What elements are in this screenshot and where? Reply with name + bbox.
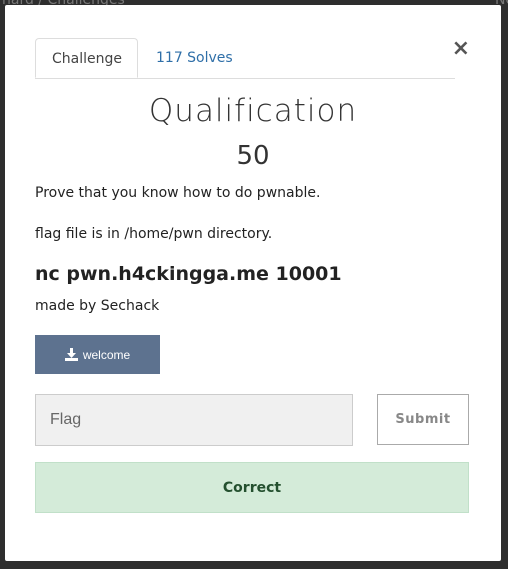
download-icon (64, 348, 78, 361)
challenge-points: 50 (236, 141, 270, 171)
tab-challenge[interactable]: Challenge (35, 38, 138, 78)
download-file-label: welcome (82, 347, 131, 362)
challenge-connection-info: nc pwn.h4ckingga.me 10001 (35, 263, 342, 285)
modal-tabs: Challenge 117 Solves (35, 38, 455, 79)
challenge-title: Qualification (148, 93, 358, 129)
challenge-description-line: Prove that you know how to do pwnable. (35, 185, 321, 201)
tab-solves[interactable]: 117 Solves (140, 38, 249, 78)
result-notification: Correct (35, 462, 469, 513)
challenge-modal: × Challenge 117 Solves Qualification 50 … (5, 5, 501, 561)
challenge-description-line: flag file is in /home/pwn directory. (35, 226, 273, 242)
submit-button[interactable]: Submit (377, 394, 469, 445)
challenge-author: made by Sechack (35, 298, 160, 314)
download-file-button[interactable]: welcome (35, 335, 160, 374)
flag-input[interactable] (35, 394, 353, 446)
result-message: Correct (222, 479, 282, 496)
